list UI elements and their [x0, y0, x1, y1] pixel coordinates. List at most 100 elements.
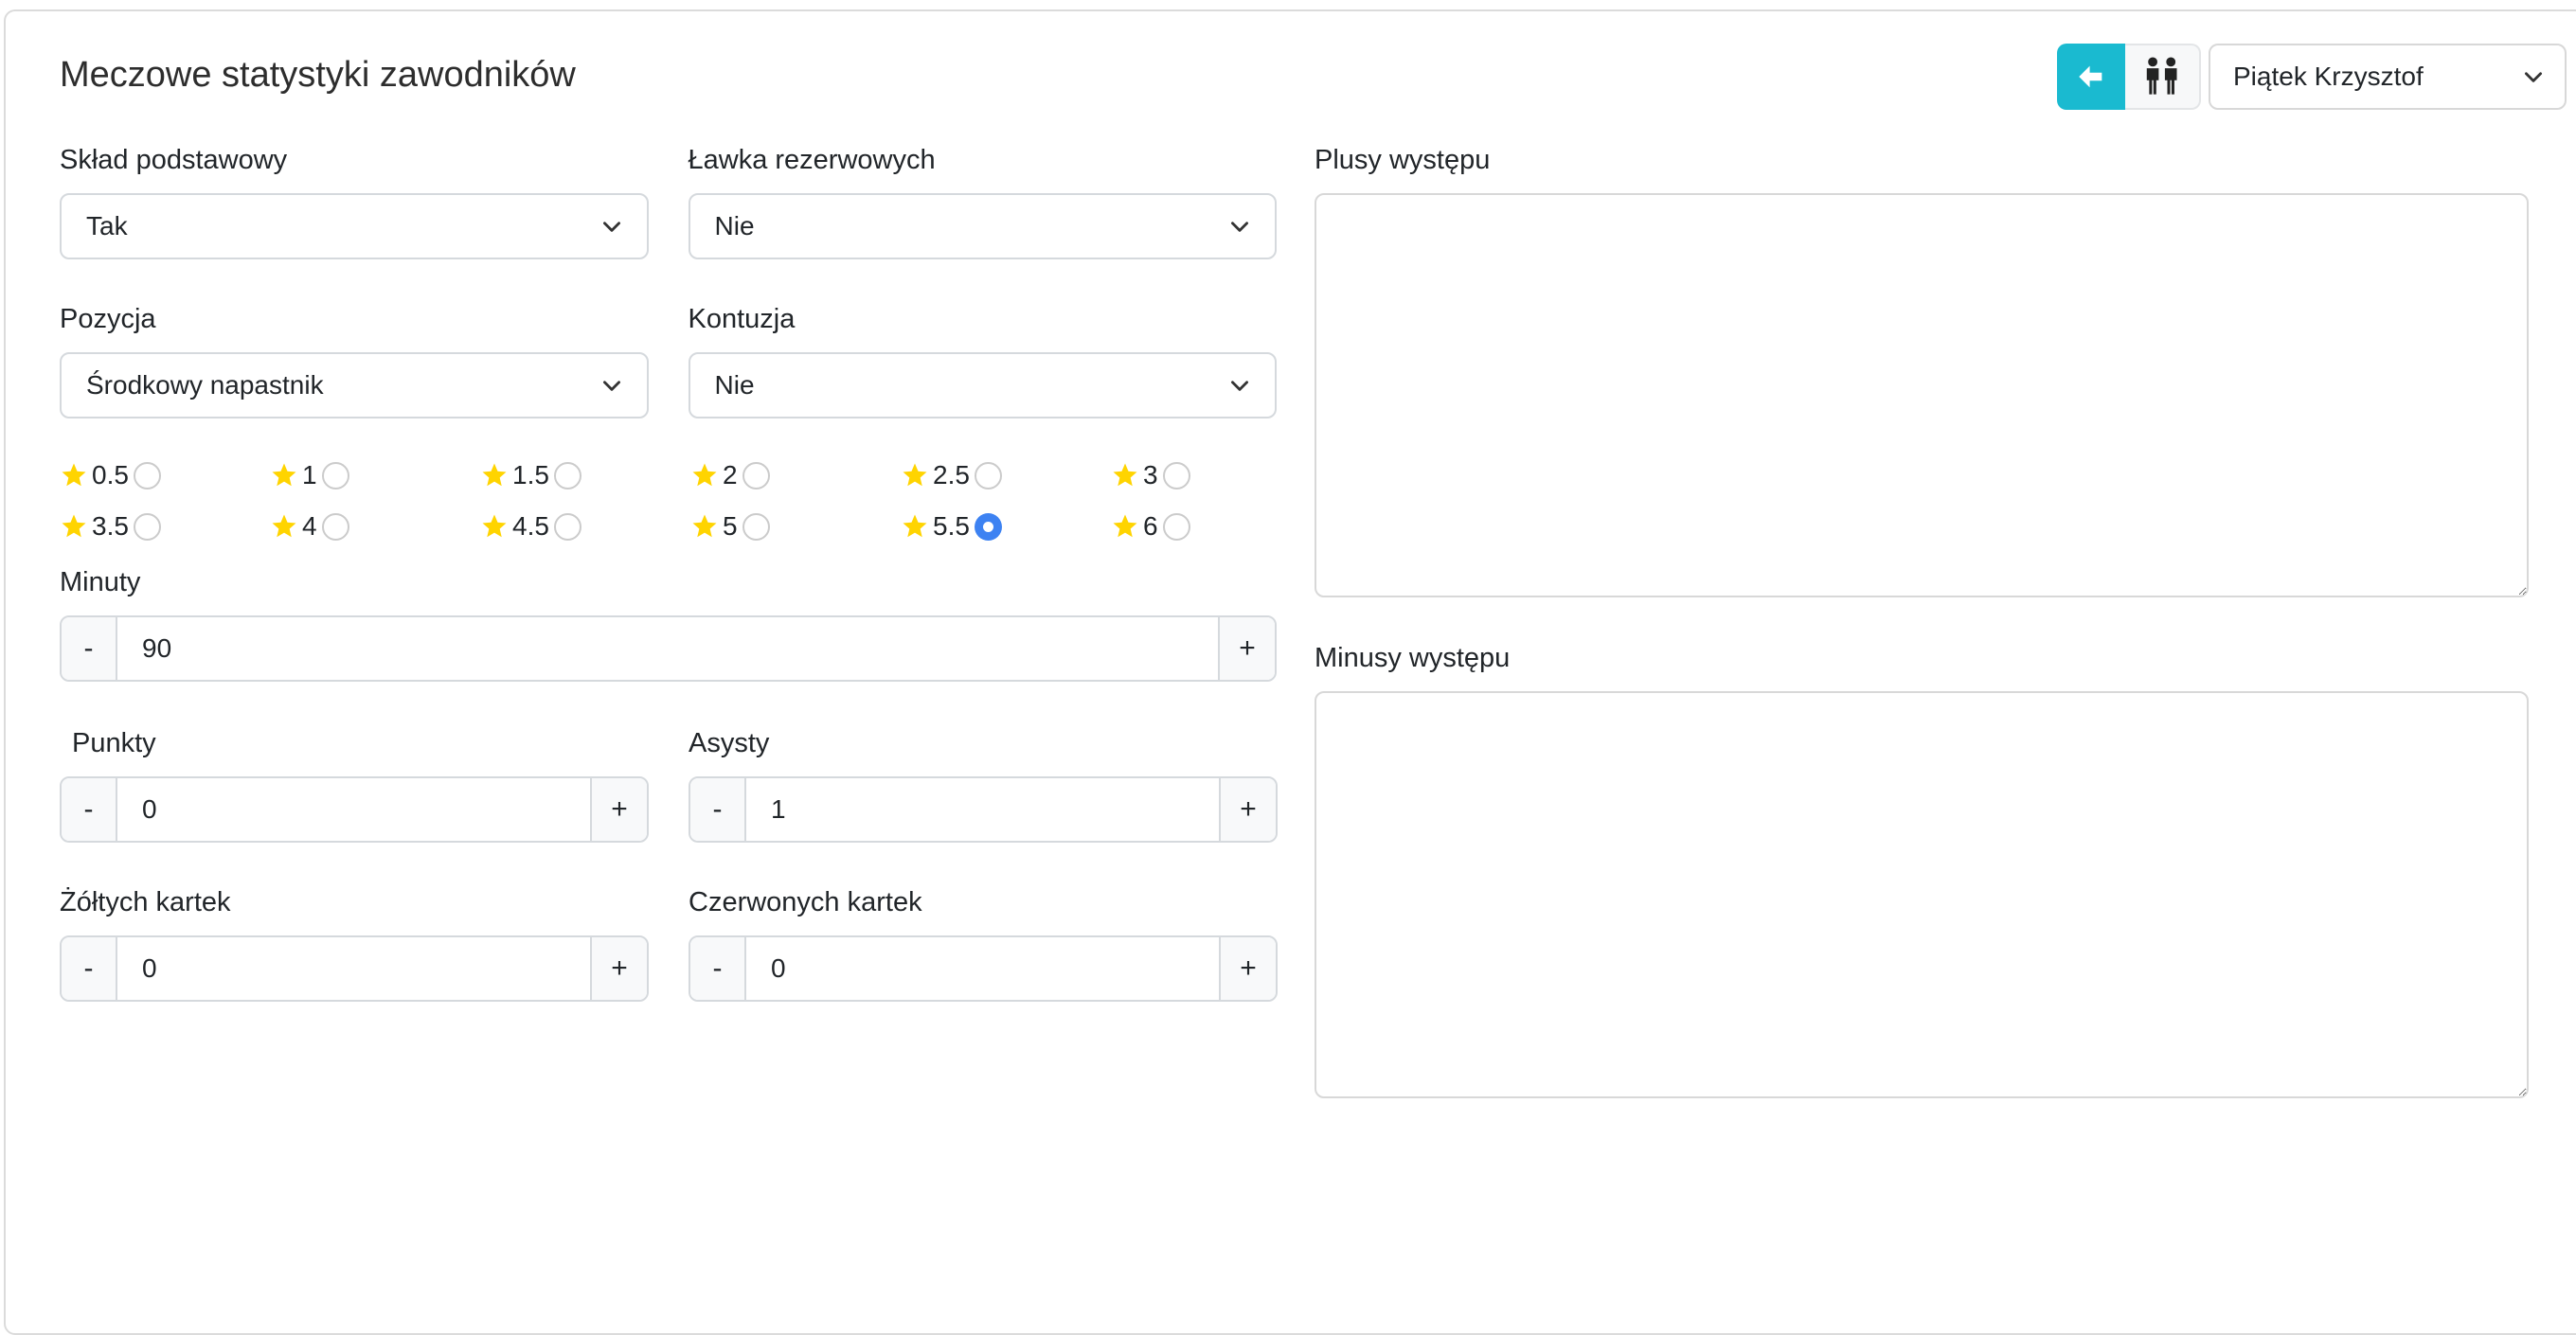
sklad-podstawowy-select[interactable]: Tak — [60, 193, 649, 259]
rating-option[interactable]: 1.5 — [480, 460, 690, 490]
star-icon — [690, 512, 719, 541]
field-label: Kontuzja — [689, 303, 1278, 335]
arrow-left-icon — [2075, 61, 2107, 93]
rating-option[interactable]: 6 — [1111, 511, 1321, 542]
rating-radio[interactable] — [554, 462, 581, 490]
field-czerwonych-kartek: Czerwonych kartek - + — [689, 886, 1278, 1002]
field-lawka-rezerwowych: Ławka rezerwowych Nie — [689, 144, 1278, 259]
rating-radio[interactable] — [742, 513, 770, 541]
rating-option[interactable]: 2 — [690, 460, 901, 490]
pozycja-select[interactable]: Środkowy napastnik — [60, 352, 649, 418]
czerwonych-input[interactable] — [746, 937, 1219, 1000]
star-icon — [1111, 461, 1139, 490]
field-punkty: Punkty - + — [60, 727, 649, 843]
zoltych-input[interactable] — [117, 937, 590, 1000]
field-pozycja: Pozycja Środkowy napastnik — [60, 303, 649, 418]
chevron-down-icon — [1227, 214, 1252, 239]
asysty-minus-button[interactable]: - — [690, 778, 746, 841]
plusy-wystepu-textarea[interactable] — [1315, 193, 2529, 597]
rating-value: 0.5 — [92, 460, 129, 490]
rating-option[interactable]: 2.5 — [901, 460, 1111, 490]
field-label: Punkty — [60, 727, 649, 759]
rating-option[interactable]: 5.5 — [901, 511, 1111, 542]
rating-radio[interactable] — [322, 462, 349, 490]
rating-value: 2 — [723, 460, 738, 490]
minusy-wystepu-textarea[interactable] — [1315, 691, 2529, 1098]
minuty-stepper: - + — [60, 615, 1277, 682]
kontuzja-select[interactable]: Nie — [689, 352, 1278, 418]
chevron-down-icon — [1227, 373, 1252, 398]
punkty-plus-button[interactable]: + — [590, 778, 647, 841]
lawka-rezerwowych-select[interactable]: Nie — [689, 193, 1278, 259]
field-kontuzja: Kontuzja Nie — [689, 303, 1278, 418]
header-controls: Piątek Krzysztof — [2057, 44, 2567, 110]
chevron-down-icon — [2521, 64, 2546, 89]
zoltych-kartek-stepper: - + — [60, 935, 649, 1002]
star-icon — [270, 461, 298, 490]
people-icon — [2139, 57, 2185, 97]
select-value: Tak — [86, 211, 599, 241]
rating-value: 4 — [302, 511, 317, 542]
field-label: Asysty — [689, 727, 1278, 759]
punkty-input[interactable] — [117, 778, 590, 841]
select-value: Środkowy napastnik — [86, 370, 599, 400]
star-icon — [270, 512, 298, 541]
star-icon — [1111, 512, 1139, 541]
czerwonych-plus-button[interactable]: + — [1219, 937, 1276, 1000]
rating-radio[interactable] — [134, 513, 161, 541]
zoltych-plus-button[interactable]: + — [590, 937, 647, 1000]
field-label: Plusy występu — [1315, 144, 2529, 176]
star-icon — [690, 461, 719, 490]
minuty-minus-button[interactable]: - — [62, 617, 117, 680]
rating-radio[interactable] — [1163, 462, 1190, 490]
rating-option[interactable]: 3.5 — [60, 511, 270, 542]
rating-value: 3.5 — [92, 511, 129, 542]
asysty-stepper: - + — [689, 776, 1278, 843]
asysty-plus-button[interactable]: + — [1219, 778, 1276, 841]
rating-radio[interactable] — [322, 513, 349, 541]
star-icon — [60, 461, 88, 490]
rating-radio[interactable] — [1163, 513, 1190, 541]
rating-radio[interactable] — [134, 462, 161, 490]
rating-value: 5.5 — [933, 511, 970, 542]
zoltych-minus-button[interactable]: - — [62, 937, 117, 1000]
field-sklad-podstawowy: Skład podstawowy Tak — [60, 144, 649, 259]
rating-value: 2.5 — [933, 460, 970, 490]
players-button[interactable] — [2125, 44, 2201, 110]
field-label: Ławka rezerwowych — [689, 144, 1278, 176]
field-asysty: Asysty - + — [689, 727, 1278, 843]
rating-radio[interactable] — [742, 462, 770, 490]
star-icon — [901, 512, 929, 541]
rating-radio[interactable] — [975, 513, 1002, 541]
star-icon — [60, 512, 88, 541]
field-label: Minusy występu — [1315, 642, 2529, 674]
player-select-value: Piątek Krzysztof — [2233, 62, 2521, 92]
main-card: Meczowe statystyki zawodników Piątek Krz… — [4, 9, 2576, 1335]
back-button[interactable] — [2057, 44, 2125, 110]
czerwonych-minus-button[interactable]: - — [690, 937, 746, 1000]
rating-option[interactable]: 0.5 — [60, 460, 270, 490]
chevron-down-icon — [599, 373, 624, 398]
rating-option[interactable]: 1 — [270, 460, 480, 490]
rating-option[interactable]: 5 — [690, 511, 901, 542]
punkty-stepper: - + — [60, 776, 649, 843]
rating-grid: 0.5 1 1.5 2 2.5 3 3.5 4 4.5 — [60, 460, 1277, 542]
star-icon — [901, 461, 929, 490]
punkty-minus-button[interactable]: - — [62, 778, 117, 841]
minuty-plus-button[interactable]: + — [1218, 617, 1275, 680]
field-zoltych-kartek: Żółtych kartek - + — [60, 886, 649, 1002]
rating-option[interactable]: 3 — [1111, 460, 1321, 490]
field-label: Pozycja — [60, 303, 649, 335]
rating-radio[interactable] — [554, 513, 581, 541]
minuty-input[interactable] — [117, 617, 1218, 680]
field-label: Czerwonych kartek — [689, 886, 1278, 918]
rating-value: 4.5 — [512, 511, 549, 542]
rating-radio[interactable] — [975, 462, 1002, 490]
chevron-down-icon — [599, 214, 624, 239]
player-select[interactable]: Piątek Krzysztof — [2209, 44, 2567, 110]
field-label: Skład podstawowy — [60, 144, 649, 176]
asysty-input[interactable] — [746, 778, 1219, 841]
rating-option[interactable]: 4.5 — [480, 511, 690, 542]
rating-value: 6 — [1143, 511, 1158, 542]
rating-option[interactable]: 4 — [270, 511, 480, 542]
